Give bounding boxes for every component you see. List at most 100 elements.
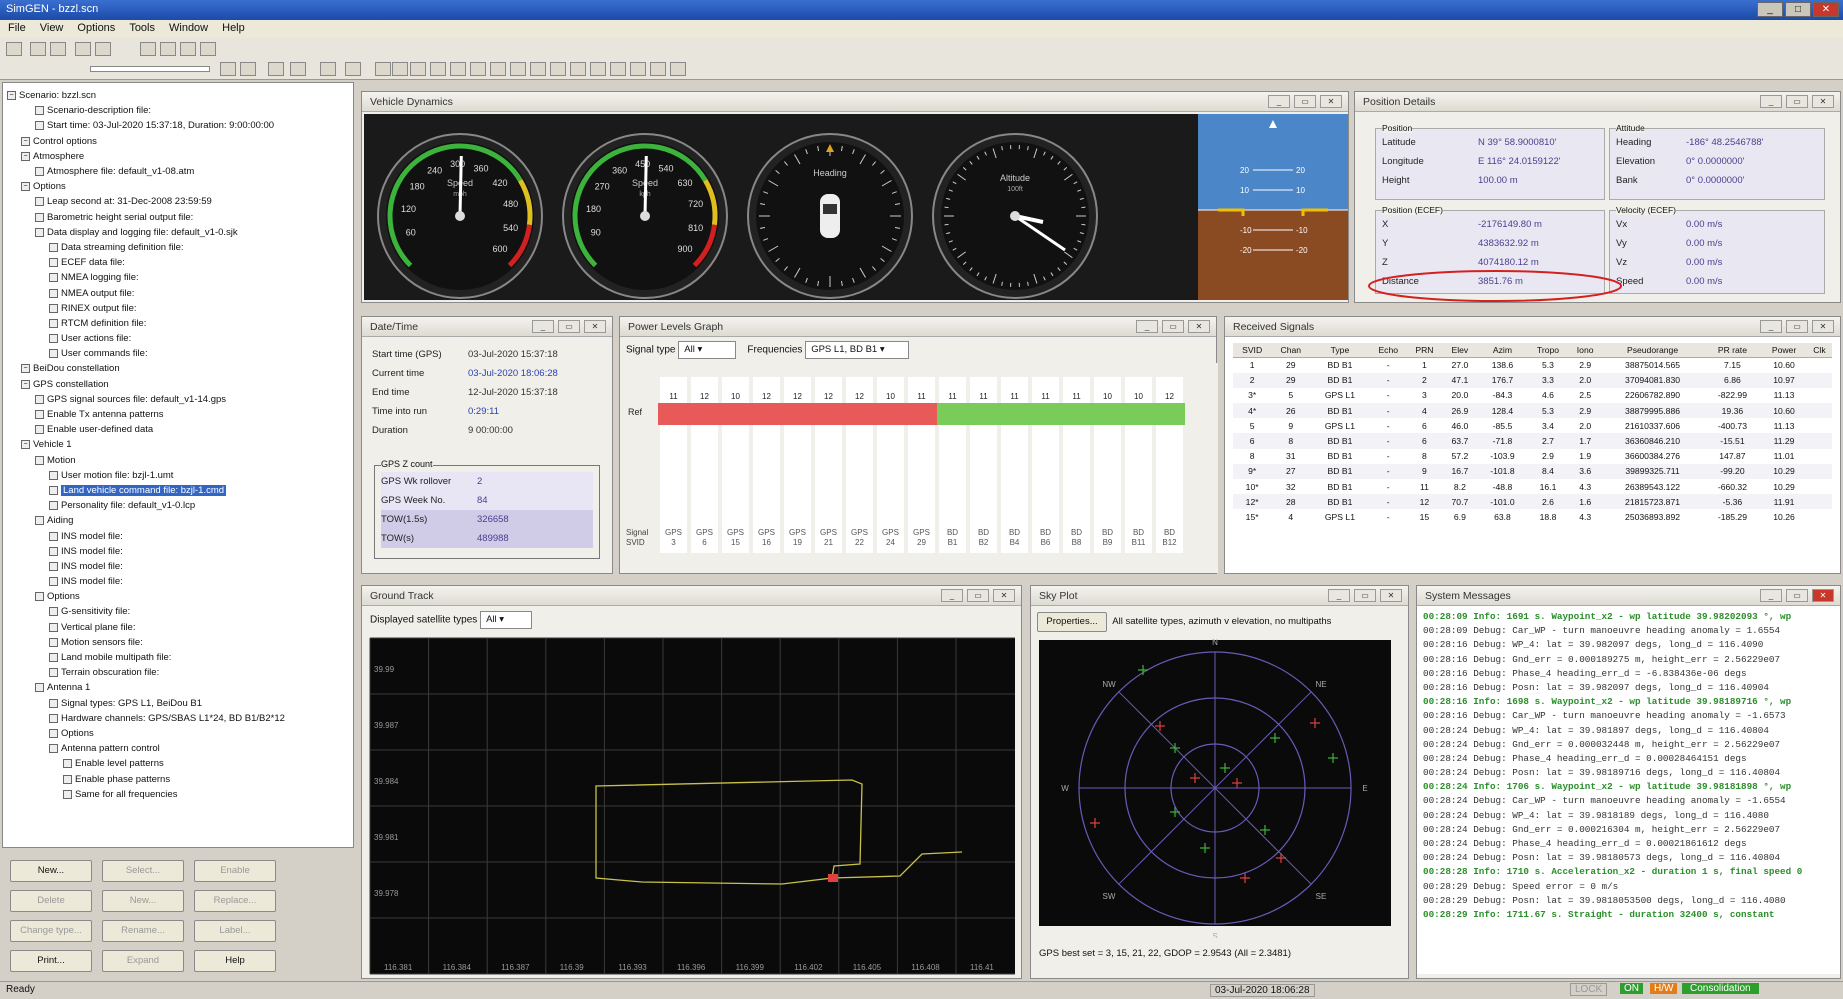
table-row[interactable]: 8 31 BD B1 - 8 57.2 -103.9 2.9 1.9 36600384.276 14… [1233, 449, 1832, 464]
table-header[interactable]: Iono [1568, 343, 1602, 358]
properties-button[interactable]: Properties... [1037, 612, 1107, 632]
tree-item[interactable]: Hardware channels: GPS/SBAS L1*24, BD B1… [7, 711, 349, 726]
toolbar-button[interactable] [140, 42, 156, 56]
toolbar-button[interactable] [550, 62, 566, 76]
toolbar-button[interactable] [570, 62, 586, 76]
toolbar-button[interactable] [220, 62, 236, 76]
table-header[interactable]: PR rate [1703, 343, 1762, 358]
tree-item[interactable]: Enable user-defined data [7, 422, 349, 437]
table-row[interactable]: 2 29 BD B1 - 2 47.1 176.7 3.3 2.0 37094081.830 6.8… [1233, 372, 1832, 388]
tree-item[interactable]: − Vehicle 1 [7, 437, 349, 452]
tree-item[interactable]: Land vehicle command file: bzjl-1.cmd [7, 483, 349, 498]
panel-close-button[interactable]: ✕ [1380, 589, 1402, 602]
table-header[interactable]: Chan [1271, 343, 1311, 358]
toolbar-button[interactable] [50, 42, 66, 56]
table-header[interactable]: Pseudorange [1601, 343, 1704, 358]
maximize-button[interactable]: □ [1785, 2, 1811, 17]
tree-item[interactable]: Personality file: default_v1-0.lcp [7, 498, 349, 513]
tree-item[interactable]: Same for all frequencies [7, 787, 349, 802]
toolbar-button[interactable] [490, 62, 506, 76]
panel-minimize-button[interactable]: _ [1328, 589, 1350, 602]
ground-track-plot[interactable]: 39.99 39.987 39.984 39.981 39.978 116.381 116.… [362, 634, 1023, 980]
tree-action-button[interactable]: Help [194, 950, 276, 972]
menu-view[interactable]: View [40, 22, 64, 36]
close-button[interactable]: ✕ [1813, 2, 1839, 17]
table-header[interactable]: PRN [1406, 343, 1442, 358]
tree-item[interactable]: − GPS constellation [7, 377, 349, 392]
frequencies-select[interactable]: GPS L1, BD B1 ▾ [805, 341, 910, 359]
tree-action-button[interactable]: Select... [102, 860, 184, 882]
tree-item[interactable]: Options [7, 726, 349, 741]
tree-item[interactable]: Land mobile multipath file: [7, 650, 349, 665]
tree-item[interactable]: − BeiDou constellation [7, 361, 349, 376]
toolbar-button[interactable] [345, 62, 361, 76]
tree-action-button[interactable]: Rename... [102, 920, 184, 942]
toolbar-button[interactable] [430, 62, 446, 76]
panel-close-button[interactable]: ✕ [1812, 320, 1834, 333]
toolbar-button[interactable] [268, 62, 284, 76]
tree-item[interactable]: − Options [7, 179, 349, 194]
tree-item[interactable]: − Scenario: bzzl.scn [7, 88, 349, 103]
table-row[interactable]: 5 9 GPS L1 - 6 46.0 -85.5 3.4 2.0 21610337.606 -40… [1233, 418, 1832, 433]
toolbar-button[interactable] [630, 62, 646, 76]
tree-item[interactable]: Antenna 1 [7, 680, 349, 695]
panel-minimize-button[interactable]: _ [532, 320, 554, 333]
tree-action-button[interactable]: Change type... [10, 920, 92, 942]
tree-item[interactable]: − Atmosphere [7, 149, 349, 164]
tree-item[interactable]: Start time: 03-Jul-2020 15:37:18, Durati… [7, 118, 349, 133]
toolbar-button[interactable] [375, 62, 391, 76]
toolbar-button[interactable] [392, 62, 408, 76]
table-row[interactable]: 10* 32 BD B1 - 11 8.2 -48.8 16.1 4.3 26389543.122… [1233, 479, 1832, 494]
tree-item[interactable]: INS model file: [7, 544, 349, 559]
table-header[interactable]: Power [1761, 343, 1807, 358]
table-row[interactable]: 12* 28 BD B1 - 12 70.7 -101.0 2.6 1.6 21815723.87… [1233, 494, 1832, 510]
tree-item[interactable]: GPS signal sources file: default_v1-14.g… [7, 392, 349, 407]
table-row[interactable]: 15* 4 GPS L1 - 15 6.9 63.8 18.8 4.3 25036893.892 -… [1233, 509, 1832, 524]
table-header[interactable]: Elev [1441, 343, 1478, 358]
toolbar-button[interactable] [75, 42, 91, 56]
panel-close-button[interactable]: ✕ [993, 589, 1015, 602]
tree-item[interactable]: Leap second at: 31-Dec-2008 23:59:59 [7, 194, 349, 209]
panel-restore-button[interactable]: ▭ [1294, 95, 1316, 108]
table-header[interactable]: Clk [1806, 343, 1832, 358]
tree-item[interactable]: Terrain obscuration file: [7, 665, 349, 680]
table-header[interactable]: Type [1310, 343, 1370, 358]
toolbar-button[interactable] [290, 62, 306, 76]
tree-item[interactable]: Motion [7, 453, 349, 468]
table-row[interactable]: 4* 26 BD B1 - 4 26.9 128.4 5.3 2.9 38879995.886 19… [1233, 403, 1832, 419]
tree-action-button[interactable]: Enable [194, 860, 276, 882]
tree-action-button[interactable]: Expand [102, 950, 184, 972]
tree-action-button[interactable]: New... [10, 860, 92, 882]
tree-item[interactable]: NMEA logging file: [7, 270, 349, 285]
panel-close-button[interactable]: ✕ [584, 320, 606, 333]
toolbar-button[interactable] [6, 42, 22, 56]
table-header[interactable]: Echo [1369, 343, 1407, 358]
tree-item[interactable]: Barometric height serial output file: [7, 210, 349, 225]
table-header[interactable]: SVID [1233, 343, 1272, 358]
tree-item[interactable]: Data streaming definition file: [7, 240, 349, 255]
toolbar-button[interactable] [95, 42, 111, 56]
menu-help[interactable]: Help [222, 22, 245, 36]
tree-item[interactable]: Motion sensors file: [7, 635, 349, 650]
messages-list[interactable]: 00:28:09 Info: 1691 s. Waypoint_x2 - wp … [1417, 606, 1840, 974]
tree-item[interactable]: Antenna pattern control [7, 741, 349, 756]
tree-item[interactable]: User actions file: [7, 331, 349, 346]
toolbar-button[interactable] [410, 62, 426, 76]
toolbar-button[interactable] [30, 42, 46, 56]
panel-restore-button[interactable]: ▭ [1354, 589, 1376, 602]
panel-close-button[interactable]: ✕ [1188, 320, 1210, 333]
panel-minimize-button[interactable]: _ [1760, 320, 1782, 333]
toolbar-button[interactable] [650, 62, 666, 76]
panel-minimize-button[interactable]: _ [941, 589, 963, 602]
table-header[interactable]: Azim [1477, 343, 1528, 358]
table-row[interactable]: 9* 27 BD B1 - 9 16.7 -101.8 8.4 3.6 39899325.711 -… [1233, 463, 1832, 479]
panel-close-button[interactable]: ✕ [1812, 589, 1834, 602]
tree-item[interactable]: User motion file: bzjl-1.umt [7, 468, 349, 483]
time-slider[interactable] [90, 66, 210, 72]
tree-item[interactable]: User commands file: [7, 346, 349, 361]
toolbar-button[interactable] [200, 42, 216, 56]
panel-minimize-button[interactable]: _ [1760, 589, 1782, 602]
tree-action-button[interactable]: Print... [10, 950, 92, 972]
tree-item[interactable]: INS model file: [7, 528, 349, 543]
panel-restore-button[interactable]: ▭ [1786, 320, 1808, 333]
